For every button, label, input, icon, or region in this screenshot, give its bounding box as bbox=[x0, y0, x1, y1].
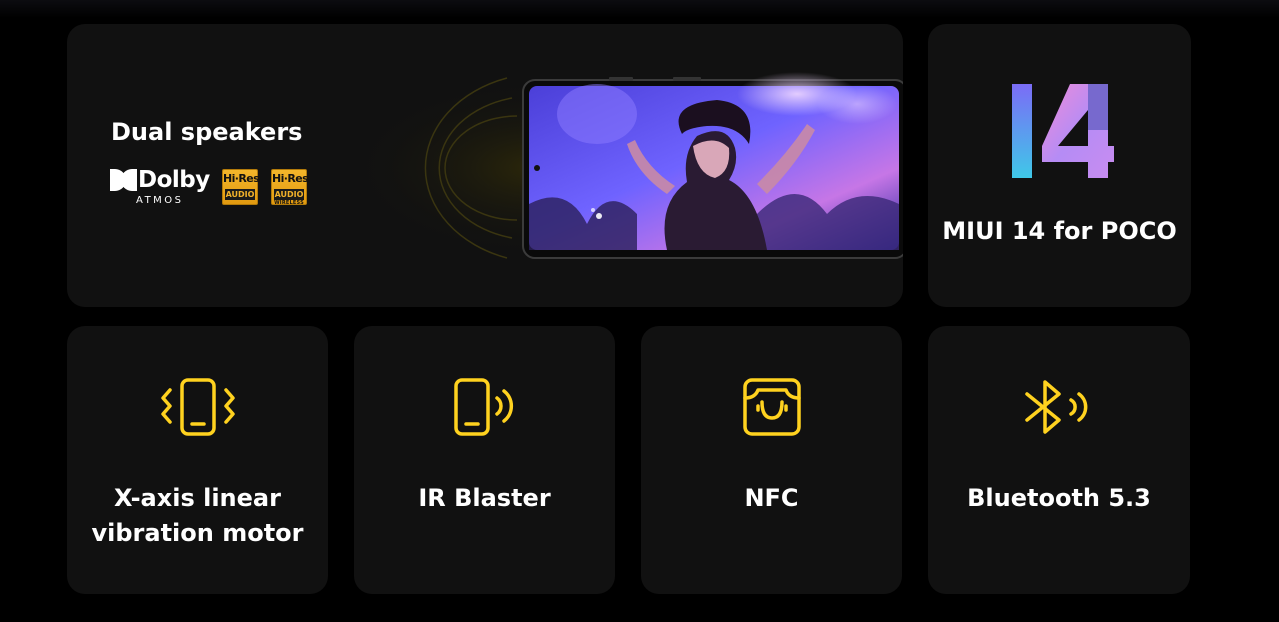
hires-wireless-top-text: Hi·Res bbox=[272, 172, 309, 185]
nfc-icon bbox=[742, 378, 801, 436]
feature-card-nfc: NFC bbox=[641, 326, 902, 594]
phone-with-sound-waves bbox=[337, 64, 903, 272]
hires-wireless-audio-text: AUDIO bbox=[274, 189, 304, 200]
miui-label: MIUI 14 for POCO bbox=[942, 217, 1177, 245]
feature-card-ir-blaster: IR Blaster bbox=[354, 326, 615, 594]
dolby-atmos-text: ATMOS bbox=[136, 195, 184, 206]
bluetooth-icon bbox=[1025, 380, 1088, 434]
feature-label: IR Blaster bbox=[418, 484, 551, 512]
hires-audio-text: AUDIO bbox=[225, 189, 255, 200]
feature-label-line2: vibration motor bbox=[91, 519, 304, 547]
feature-card-vibration: X-axis linear vibration motor bbox=[67, 326, 328, 594]
dolby-double-d-icon bbox=[110, 169, 137, 191]
feature-card-bluetooth: Bluetooth 5.3 bbox=[928, 326, 1190, 594]
hires-audio-logo: Hi·Res AUDIO bbox=[222, 169, 260, 205]
ir-phone-icon bbox=[453, 378, 513, 436]
feature-label: NFC bbox=[744, 484, 799, 512]
hires-top-text: Hi·Res bbox=[223, 172, 260, 185]
feature-label-line1: X-axis linear bbox=[114, 484, 281, 512]
dolby-word: Dolby bbox=[138, 167, 210, 193]
audio-logos: Dolby ATMOS Hi·Res AUDIO Hi·Res AUDIO WI… bbox=[110, 167, 310, 207]
miui-card: MIUI 14 for POCO bbox=[928, 24, 1191, 307]
hires-wireless-text: WIRELESS bbox=[274, 200, 304, 206]
dual-speakers-title: Dual speakers bbox=[111, 118, 303, 146]
vibration-phone-icon bbox=[160, 378, 235, 436]
top-gradient-strip bbox=[0, 0, 1279, 18]
hires-audio-wireless-logo: Hi·Res AUDIO WIRELESS bbox=[271, 169, 309, 206]
dolby-atmos-logo: Dolby ATMOS bbox=[110, 167, 215, 207]
feature-label: Bluetooth 5.3 bbox=[967, 484, 1151, 512]
phone-image bbox=[347, 72, 903, 259]
dual-speakers-card: Dual speakers Dolby ATMOS Hi·Res AUDIO H… bbox=[67, 24, 903, 307]
miui-14-logo-icon bbox=[1012, 84, 1114, 178]
